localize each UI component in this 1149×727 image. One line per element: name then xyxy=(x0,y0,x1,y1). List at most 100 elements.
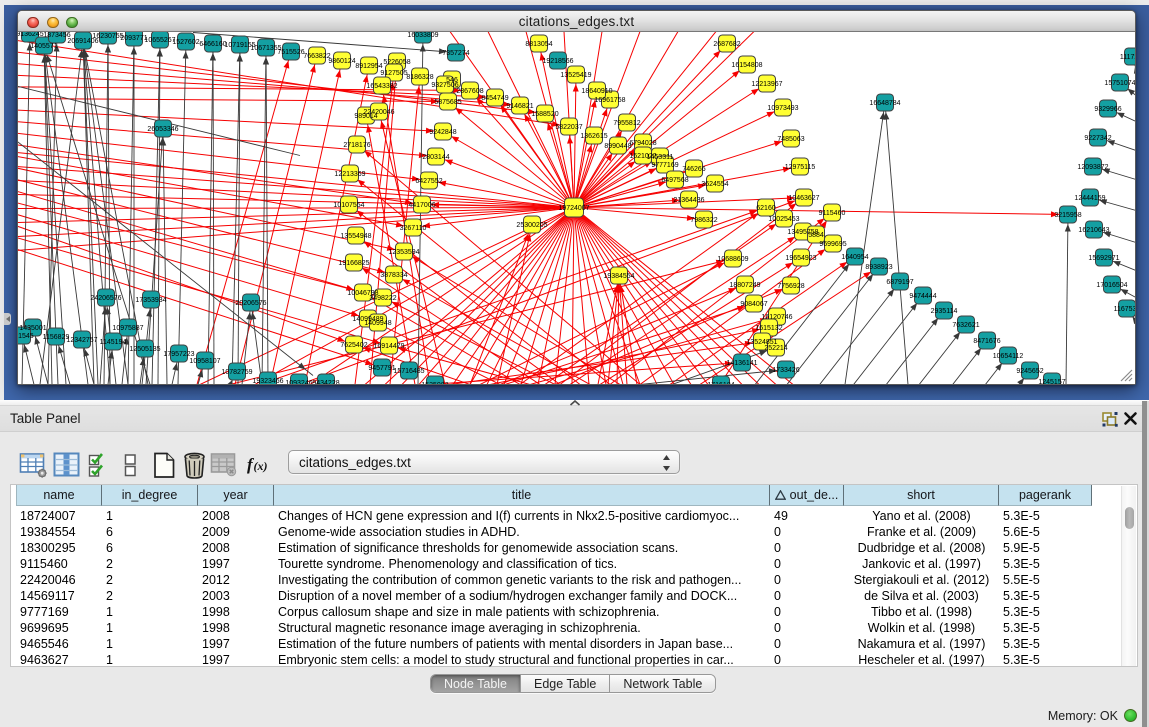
cell-pagerank: 5.3E-5 xyxy=(1003,556,1088,572)
edge-arrowhead xyxy=(1134,66,1135,74)
graph-edge-red[interactable] xyxy=(413,208,574,228)
graph-edge-black[interactable] xyxy=(178,42,186,385)
graph-edge-red[interactable] xyxy=(18,208,574,237)
row-height-button[interactable] xyxy=(124,450,154,480)
table-row[interactable]: 1456911722003Disruption of a novel membe… xyxy=(11,588,1121,604)
graph-edge-black[interactable] xyxy=(208,44,213,385)
graph-node-label: 6466160 xyxy=(199,41,226,48)
graph-node-label: 10782759 xyxy=(221,369,252,376)
graph-node-label: 1245157 xyxy=(1038,379,1065,384)
tab-node-table[interactable]: Node Table xyxy=(431,675,521,693)
graph-node-label: 1453311 xyxy=(647,154,674,161)
graph-node-label: 12213967 xyxy=(751,81,782,88)
graph-node-label: 9699695 xyxy=(819,241,846,248)
application-window: citations_edges.txt 91362451405571187345… xyxy=(0,0,1149,727)
table-settings-button[interactable] xyxy=(19,450,49,480)
network-canvas[interactable]: 9136245140557118734562069140616230755209… xyxy=(18,32,1135,384)
graph-edge-black[interactable] xyxy=(1066,215,1068,385)
graph-node-label: 12213369 xyxy=(334,171,365,178)
graph-node-label: 9860124 xyxy=(328,58,355,65)
graph-edge-red[interactable] xyxy=(470,208,574,385)
graph-edge-red[interactable] xyxy=(574,208,725,385)
graph-edge-red[interactable] xyxy=(572,208,574,385)
table-row[interactable]: 1872400712008Changes of HCN gene express… xyxy=(11,508,1121,524)
column-header-out_de[interactable]: out_de... xyxy=(770,485,844,506)
graph-edge-black[interactable] xyxy=(213,44,214,385)
graph-node-label: 9227342 xyxy=(1084,135,1111,142)
column-header-short[interactable]: short xyxy=(844,485,999,506)
graph-node-label: 5226058 xyxy=(383,59,410,66)
cell-year: 2003 xyxy=(202,588,270,604)
graph-edge-red[interactable] xyxy=(18,208,574,223)
graph-node-label: 2687682 xyxy=(713,41,740,48)
graph-edge-red[interactable] xyxy=(18,238,389,346)
graph-edge-red[interactable] xyxy=(436,208,574,385)
select-columns-button[interactable] xyxy=(88,450,118,480)
table-row[interactable]: 911546021997Tourette syndrome. Phenomeno… xyxy=(11,556,1121,572)
cell-year: 1998 xyxy=(202,604,270,620)
column-header-title[interactable]: title xyxy=(274,485,770,506)
show-column-button[interactable] xyxy=(53,450,83,480)
table-selector-dropdown[interactable]: citations_edges.txt xyxy=(288,450,680,474)
table-row[interactable]: 2242004622012Investigating the contribut… xyxy=(11,572,1121,588)
panel-collapse-arrow-icon[interactable] xyxy=(4,313,11,325)
window-titlebar[interactable]: citations_edges.txt xyxy=(18,11,1135,32)
graph-edge-red[interactable] xyxy=(270,61,342,385)
graph-edge-red[interactable] xyxy=(260,208,766,385)
cell-out_de: 0 xyxy=(774,604,840,620)
column-header-in_degree[interactable]: in_degree xyxy=(102,485,198,506)
cell-title: Structural magnetic resonance image aver… xyxy=(278,620,766,636)
table-row[interactable]: 977716911998Corpus callosum shape and si… xyxy=(11,604,1121,620)
cell-title: Estimation of the future numbers of pati… xyxy=(278,636,766,652)
graph-node-label: 1527602 xyxy=(172,39,199,46)
graph-node-label: 16543382 xyxy=(366,83,397,90)
column-header-year[interactable]: year xyxy=(198,485,274,506)
table-row[interactable]: 1830029562008Estimation of significance … xyxy=(11,540,1121,556)
graph-node-label: 3215958 xyxy=(1054,212,1081,219)
graph-edge-black[interactable] xyxy=(885,103,908,385)
table-row[interactable]: 946362711997Embryonic stem cells: a mode… xyxy=(11,652,1121,668)
graph-edge-red[interactable] xyxy=(18,87,470,91)
edge-arrowhead xyxy=(887,289,894,297)
graph-edge-red[interactable] xyxy=(18,122,436,157)
tab-edge-table[interactable]: Edge Table xyxy=(521,675,610,693)
table-row[interactable]: 1938455462009Genome-wide association stu… xyxy=(11,524,1121,540)
window-resize-grip[interactable] xyxy=(1120,369,1133,382)
graph-node-label: 12975115 xyxy=(785,164,816,171)
graph-node-label: 17016504 xyxy=(1096,282,1127,289)
memory-status-label: Memory: OK xyxy=(1048,709,1118,723)
graph-edge-red[interactable] xyxy=(574,208,708,385)
graph-node-label: 1362615 xyxy=(580,133,607,140)
graph-edge-red[interactable] xyxy=(429,181,574,208)
function-builder-button[interactable]: f (x) xyxy=(247,450,277,480)
graph-node-label: 12353594 xyxy=(388,249,419,256)
delete-column-button[interactable] xyxy=(182,450,212,480)
close-panel-icon[interactable] xyxy=(1123,411,1138,426)
column-header-name[interactable]: name xyxy=(16,485,102,506)
float-panel-icon[interactable] xyxy=(1102,411,1118,427)
cell-year: 2012 xyxy=(202,572,270,588)
graph-edge-black[interactable] xyxy=(820,282,900,385)
tab-network-table[interactable]: Network Table xyxy=(610,675,715,693)
graph-edge-red[interactable] xyxy=(574,32,716,208)
table-row[interactable]: 946554611997Estimation of the future num… xyxy=(11,636,1121,652)
scrollbar-thumb[interactable] xyxy=(1125,507,1134,529)
vertical-scrollbar[interactable] xyxy=(1121,486,1136,666)
graph-edge-red[interactable] xyxy=(402,208,574,385)
graph-edge-black[interactable] xyxy=(845,103,885,385)
graph-edge-red[interactable] xyxy=(18,226,354,344)
new-column-button[interactable] xyxy=(152,450,182,480)
delete-table-button[interactable] xyxy=(210,450,240,480)
graph-edge-red[interactable] xyxy=(18,133,429,180)
edge-arrowhead xyxy=(974,348,981,356)
table-row[interactable]: 969969511998Structural magnetic resonanc… xyxy=(11,620,1121,636)
graph-edge-red[interactable] xyxy=(574,75,576,208)
graph-node-label: 7986322 xyxy=(690,217,717,224)
window-title: citations_edges.txt xyxy=(18,14,1135,29)
graph-edge-red[interactable] xyxy=(574,208,759,385)
graph-edge-red[interactable] xyxy=(574,32,602,208)
column-header-pagerank[interactable]: pagerank xyxy=(999,485,1092,506)
edge-arrowhead xyxy=(451,136,459,142)
graph-node-label: 5822037 xyxy=(555,124,582,131)
network-view-window[interactable]: citations_edges.txt 91362451405571187345… xyxy=(17,10,1136,385)
